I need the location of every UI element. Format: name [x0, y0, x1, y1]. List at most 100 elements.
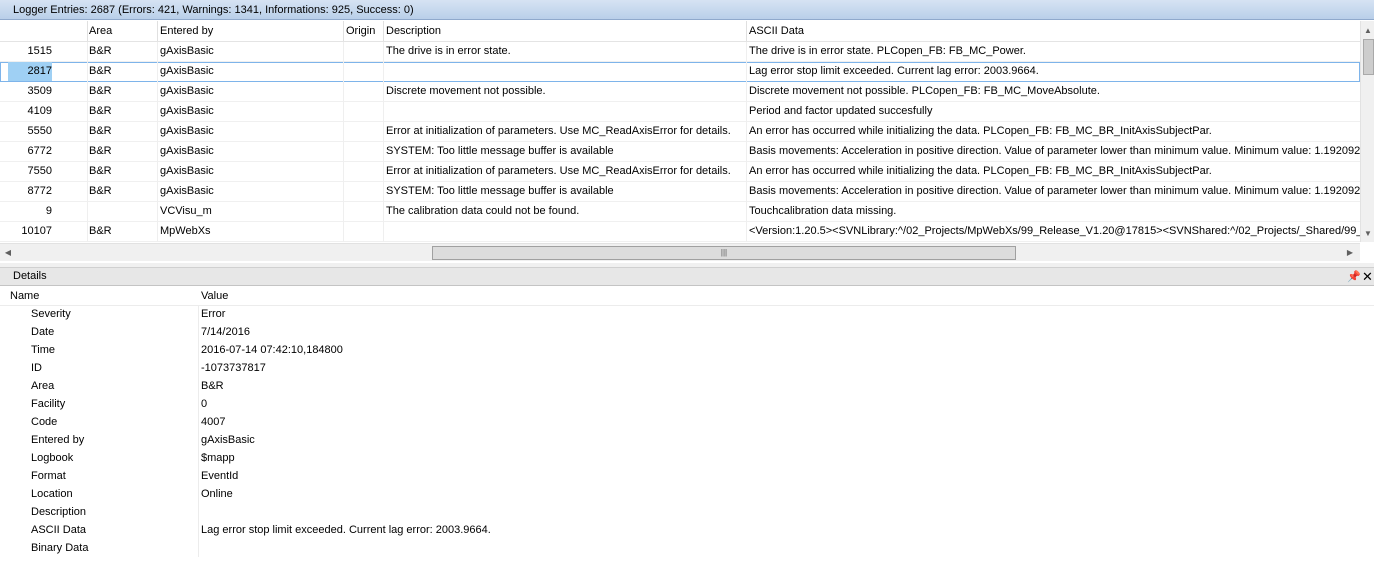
- detail-row[interactable]: Entered by gAxisBasic: [0, 431, 1374, 449]
- row-entered-by: gAxisBasic: [160, 165, 214, 177]
- detail-row[interactable]: Date 7/14/2016: [0, 323, 1374, 341]
- row-description: The drive is in error state.: [386, 45, 511, 57]
- table-row[interactable]: 7550 B&R gAxisBasic Error at initialization…: [0, 162, 1360, 182]
- column-divider[interactable]: [87, 21, 88, 41]
- row-description: Discrete movement not possible.: [386, 85, 546, 97]
- detail-name: ID: [31, 362, 42, 374]
- column-header-origin[interactable]: Origin: [346, 21, 375, 41]
- row-ascii-data: An error has occurred while initializing…: [749, 125, 1212, 137]
- close-icon[interactable]: ✕: [1362, 268, 1373, 285]
- grid-rows: 1515 B&R gAxisBasic The drive is in error s…: [0, 42, 1360, 242]
- row-entered-by: gAxisBasic: [160, 125, 214, 137]
- column-divider[interactable]: [746, 21, 747, 41]
- table-row[interactable]: 1515 B&R gAxisBasic The drive is in error s…: [0, 42, 1360, 62]
- grid-header: Area Entered by Origin Description ASCII…: [0, 21, 1360, 42]
- row-entered-by: gAxisBasic: [160, 45, 214, 57]
- row-ascii-data: An error has occurred while initializing…: [749, 165, 1212, 177]
- row-id: 10107: [21, 225, 52, 237]
- detail-row[interactable]: ASCII Data Lag error stop limit exceeded.…: [0, 521, 1374, 539]
- scroll-up-arrow-icon[interactable]: ▲: [1361, 24, 1374, 38]
- row-description: [386, 102, 744, 121]
- detail-name: Code: [31, 416, 58, 428]
- detail-row[interactable]: Logbook $mapp: [0, 449, 1374, 467]
- column-header-description[interactable]: Description: [386, 21, 441, 41]
- pin-icon[interactable]: 📌: [1347, 269, 1361, 286]
- detail-row[interactable]: Severity Error: [0, 305, 1374, 323]
- row-description: [386, 222, 744, 241]
- row-ascii-data: Touchcalibration data missing.: [749, 205, 897, 217]
- row-description: [386, 62, 744, 81]
- row-entered-by: gAxisBasic: [160, 85, 214, 97]
- detail-name: Severity: [31, 308, 71, 320]
- detail-row[interactable]: Area B&R: [0, 377, 1374, 395]
- table-row[interactable]: 4109 B&R gAxisBasic Period and factor updat…: [0, 102, 1360, 122]
- row-entered-by: gAxisBasic: [160, 105, 214, 117]
- detail-name: Location: [31, 488, 73, 500]
- detail-row[interactable]: Description: [0, 503, 1374, 521]
- table-row[interactable]: 2817 B&R gAxisBasic Lag error stop limit ex…: [0, 62, 1360, 82]
- detail-name: Facility: [31, 398, 66, 410]
- details-column-name[interactable]: Name: [10, 287, 39, 305]
- detail-row[interactable]: Location Online: [0, 485, 1374, 503]
- row-entered-by: gAxisBasic: [160, 185, 214, 197]
- row-description: Error at initialization of parameters. U…: [386, 125, 731, 137]
- row-area: B&R: [89, 85, 112, 97]
- details-panel: Details 📌 ✕ Name Value Severity Error Date…: [0, 267, 1374, 574]
- row-area: B&R: [89, 145, 112, 157]
- detail-value: 7/14/2016: [201, 326, 250, 338]
- horizontal-scrollbar[interactable]: ◀ ||| ▶: [0, 243, 1360, 261]
- row-area: B&R: [89, 185, 112, 197]
- column-header-entered-by[interactable]: Entered by: [160, 21, 213, 41]
- row-id: 4109: [27, 105, 52, 117]
- horizontal-scroll-thumb[interactable]: |||: [432, 246, 1016, 260]
- column-line: [383, 42, 384, 242]
- detail-row[interactable]: Facility 0: [0, 395, 1374, 413]
- row-id: 7550: [27, 165, 52, 177]
- details-header: Name Value: [0, 287, 1374, 306]
- row-entered-by: MpWebXs: [160, 225, 211, 237]
- column-line: [157, 42, 158, 242]
- row-description: SYSTEM: Too little message buffer is ava…: [386, 145, 614, 157]
- scroll-down-arrow-icon[interactable]: ▼: [1361, 227, 1374, 241]
- column-header-area[interactable]: Area: [89, 21, 112, 41]
- column-divider[interactable]: [383, 21, 384, 41]
- detail-row[interactable]: Binary Data: [0, 539, 1374, 557]
- table-row[interactable]: 8772 B&R gAxisBasic SYSTEM: Too little mess…: [0, 182, 1360, 202]
- detail-name: Format: [31, 470, 66, 482]
- detail-row[interactable]: Time 2016-07-14 07:42:10,184800: [0, 341, 1374, 359]
- row-area: B&R: [89, 45, 112, 57]
- row-id: 5550: [27, 125, 52, 137]
- table-row[interactable]: 5550 B&R gAxisBasic Error at initialization…: [0, 122, 1360, 142]
- detail-row[interactable]: ID -1073737817: [0, 359, 1374, 377]
- table-row[interactable]: 10107 B&R MpWebXs <Version:1.20.5><SVNLibra…: [0, 222, 1360, 242]
- details-column-value[interactable]: Value: [201, 287, 228, 305]
- logger-summary-text: Logger Entries: 2687 (Errors: 421, Warni…: [13, 4, 414, 16]
- detail-row[interactable]: Code 4007: [0, 413, 1374, 431]
- detail-row[interactable]: Format EventId: [0, 467, 1374, 485]
- detail-value: gAxisBasic: [201, 434, 255, 446]
- vertical-scrollbar[interactable]: ▲ ▼: [1360, 21, 1374, 242]
- table-row[interactable]: 9 VCVisu_m The calibration data could not …: [0, 202, 1360, 222]
- row-ascii-data: Basis movements: Acceleration in positiv…: [749, 145, 1360, 157]
- row-entered-by: gAxisBasic: [160, 65, 214, 77]
- detail-value: Online: [201, 488, 233, 500]
- detail-name: Date: [31, 326, 55, 338]
- vertical-scroll-thumb[interactable]: [1363, 39, 1374, 75]
- details-title: Details: [13, 270, 47, 282]
- scroll-left-arrow-icon[interactable]: ◀: [2, 246, 14, 259]
- row-ascii-data: Period and factor updated succesfully: [749, 105, 933, 117]
- detail-name: ASCII Data: [31, 524, 87, 536]
- column-divider[interactable]: [343, 21, 344, 41]
- table-row[interactable]: 3509 B&R gAxisBasic Discrete movement not p…: [0, 82, 1360, 102]
- scroll-right-arrow-icon[interactable]: ▶: [1344, 246, 1356, 259]
- column-divider[interactable]: [157, 21, 158, 41]
- row-ascii-data: The drive is in error state. PLCopen_FB:…: [749, 45, 1026, 57]
- table-row[interactable]: 6772 B&R gAxisBasic SYSTEM: Too little mess…: [0, 142, 1360, 162]
- detail-value: Error: [201, 308, 226, 320]
- row-description: SYSTEM: Too little message buffer is ava…: [386, 185, 614, 197]
- column-header-ascii-data[interactable]: ASCII Data: [749, 21, 804, 41]
- row-description: Error at initialization of parameters. U…: [386, 165, 731, 177]
- detail-value: 4007: [201, 416, 226, 428]
- column-line: [343, 42, 344, 242]
- detail-value: EventId: [201, 470, 239, 482]
